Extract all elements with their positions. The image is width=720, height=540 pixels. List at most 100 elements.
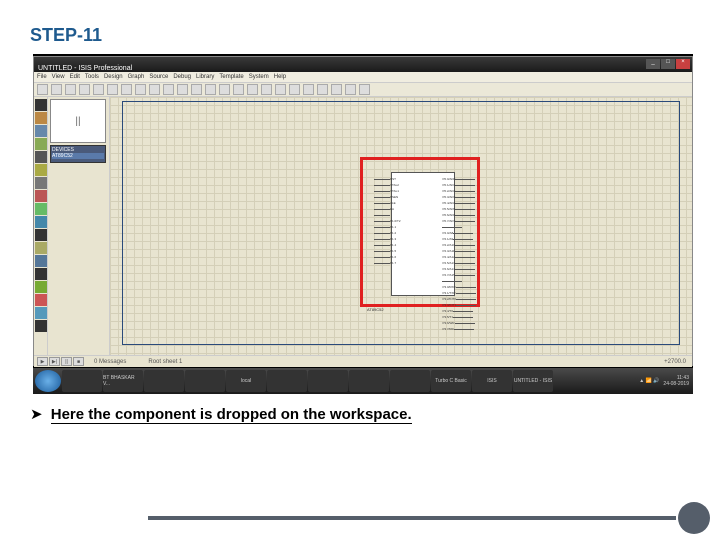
tool-button[interactable] [35, 242, 47, 254]
menu-item[interactable]: View [52, 74, 65, 80]
menu-item[interactable]: Tools [85, 74, 99, 80]
pin: P3.4/T0 [442, 309, 476, 314]
toolbar-button[interactable] [51, 84, 62, 95]
menu-item[interactable]: System [249, 74, 269, 80]
tool-button[interactable] [35, 203, 47, 215]
taskbar-item[interactable]: Turbo C Basic [431, 370, 471, 392]
toolbar-button[interactable] [331, 84, 342, 95]
menu-item[interactable]: Design [104, 74, 123, 80]
taskbar-item[interactable] [308, 370, 348, 392]
menu-item[interactable]: Template [219, 74, 243, 80]
tool-button[interactable] [35, 268, 47, 280]
toolbar-button[interactable] [107, 84, 118, 95]
tool-button[interactable] [35, 216, 47, 228]
close-button[interactable]: × [676, 59, 690, 69]
tool-button[interactable] [35, 138, 47, 150]
chip-label: AT89C52 [367, 307, 384, 312]
pin: P1.6 [374, 255, 401, 260]
pin: P2.5/A13 [442, 261, 476, 266]
pin: P2.6/A14 [442, 267, 476, 272]
pin: P0.7/AD7 [442, 219, 476, 224]
start-button[interactable] [35, 370, 61, 392]
pin: P1.2 [374, 231, 401, 236]
tool-button[interactable] [35, 125, 47, 137]
pin: P1.3 [374, 237, 401, 242]
menu-item[interactable]: File [37, 74, 47, 80]
tool-button[interactable] [35, 294, 47, 306]
tool-button[interactable] [35, 151, 47, 163]
pin: P0.5/AD5 [442, 207, 476, 212]
tool-button[interactable] [35, 255, 47, 267]
tool-button[interactable] [35, 112, 47, 124]
maximize-button[interactable]: □ [661, 59, 675, 69]
toolbar-button[interactable] [65, 84, 76, 95]
pin: PSEN [374, 195, 401, 200]
toolbar-button[interactable] [79, 84, 90, 95]
toolbar-button[interactable] [205, 84, 216, 95]
pin: P1.4 [374, 243, 401, 248]
taskbar-item[interactable] [185, 370, 225, 392]
toolbar-button[interactable] [317, 84, 328, 95]
menu-item[interactable]: Graph [128, 74, 145, 80]
workspace-canvas[interactable]: RSTXTAL2XTAL1PSENALEEAP1.0/T2P1.1P1.2P1.… [110, 97, 692, 355]
caption-line: ➤ Here the component is dropped on the w… [30, 405, 412, 423]
devices-list[interactable]: DEVICES AT89C52 [50, 145, 106, 163]
pin: P1.0/T2 [374, 219, 401, 224]
clock-date: 24-08-2019 [663, 381, 689, 387]
component-chip[interactable]: RSTXTAL2XTAL1PSENALEEAP1.0/T2P1.1P1.2P1.… [391, 172, 455, 296]
tool-button[interactable] [35, 164, 47, 176]
taskbar-item[interactable] [390, 370, 430, 392]
tool-button[interactable] [35, 190, 47, 202]
taskbar-item[interactable]: BT BHASKAR V... [103, 370, 143, 392]
component-preview: || [50, 99, 106, 143]
toolbar-button[interactable] [345, 84, 356, 95]
play-control-button[interactable]: ▶ [37, 357, 48, 366]
tool-button[interactable] [35, 307, 47, 319]
taskbar-item[interactable] [349, 370, 389, 392]
tool-button[interactable] [35, 99, 47, 111]
toolbar-button[interactable] [359, 84, 370, 95]
tool-button[interactable] [35, 320, 47, 332]
pin: P0.0/AD0 [442, 177, 476, 182]
tool-button[interactable] [35, 281, 47, 293]
menu-item[interactable]: Library [196, 74, 214, 80]
toolbar-button[interactable] [37, 84, 48, 95]
minimize-button[interactable]: _ [646, 59, 660, 69]
taskbar-item[interactable] [62, 370, 102, 392]
play-control-button[interactable]: || [61, 357, 72, 366]
tool-button[interactable] [35, 229, 47, 241]
taskbar-item[interactable] [267, 370, 307, 392]
toolbar-button[interactable] [163, 84, 174, 95]
menu-item[interactable]: Help [274, 74, 286, 80]
toolbar-button[interactable] [219, 84, 230, 95]
pin: P3.0/RXD [442, 285, 476, 290]
play-control-button[interactable]: ▶| [49, 357, 60, 366]
tool-button[interactable] [35, 177, 47, 189]
toolbar-button[interactable] [261, 84, 272, 95]
menu-item[interactable]: Debug [173, 74, 191, 80]
toolbar-button[interactable] [303, 84, 314, 95]
pin: P3.3/INT1 [442, 303, 476, 308]
toolbar-button[interactable] [149, 84, 160, 95]
toolbar-button[interactable] [177, 84, 188, 95]
menu-item[interactable]: Edit [70, 74, 80, 80]
pin: P0.1/AD1 [442, 183, 476, 188]
taskbar-item[interactable]: UNTITLED - ISIS [513, 370, 553, 392]
taskbar-item[interactable] [144, 370, 184, 392]
toolbar-button[interactable] [275, 84, 286, 95]
pin: P3.2/INT0 [442, 297, 476, 302]
toolbar-button[interactable] [289, 84, 300, 95]
step-title: STEP-11 [30, 25, 690, 46]
toolbar-button[interactable] [135, 84, 146, 95]
taskbar-item[interactable]: ISIS [472, 370, 512, 392]
toolbar-button[interactable] [191, 84, 202, 95]
toolbar-button[interactable] [247, 84, 258, 95]
play-control-button[interactable]: ■ [73, 357, 84, 366]
taskbar-item[interactable]: local [226, 370, 266, 392]
toolbar-button[interactable] [93, 84, 104, 95]
toolbar-button[interactable] [121, 84, 132, 95]
pin: XTAL1 [374, 189, 401, 194]
toolbar-button[interactable] [233, 84, 244, 95]
menu-item[interactable]: Source [149, 74, 168, 80]
device-item[interactable]: AT89C52 [52, 153, 104, 159]
